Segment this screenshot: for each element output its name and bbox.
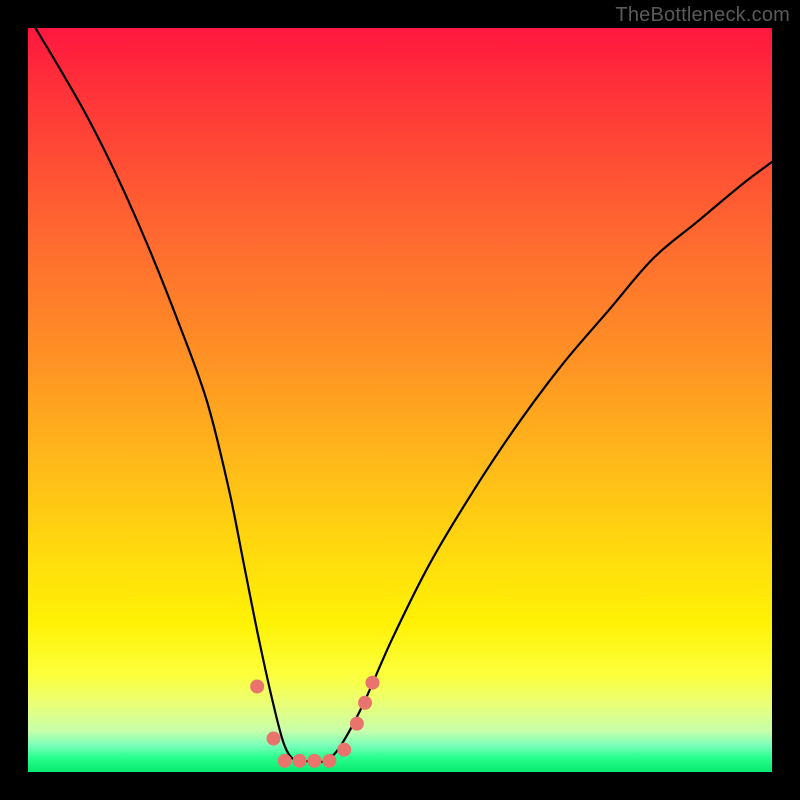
bottleneck-curve	[35, 28, 772, 762]
curve-marker	[267, 732, 281, 746]
curve-marker	[337, 743, 351, 757]
curve-marker	[293, 754, 307, 768]
curve-marker	[365, 676, 379, 690]
curve-marker	[250, 679, 264, 693]
plot-area	[28, 28, 772, 772]
curve-layer	[28, 28, 772, 772]
curve-marker	[350, 717, 364, 731]
curve-marker	[358, 696, 372, 710]
watermark-text: TheBottleneck.com	[615, 4, 790, 27]
chart-frame: TheBottleneck.com	[0, 0, 800, 800]
curve-marker	[278, 754, 292, 768]
curve-marker	[322, 754, 336, 768]
curve-marker	[307, 754, 321, 768]
